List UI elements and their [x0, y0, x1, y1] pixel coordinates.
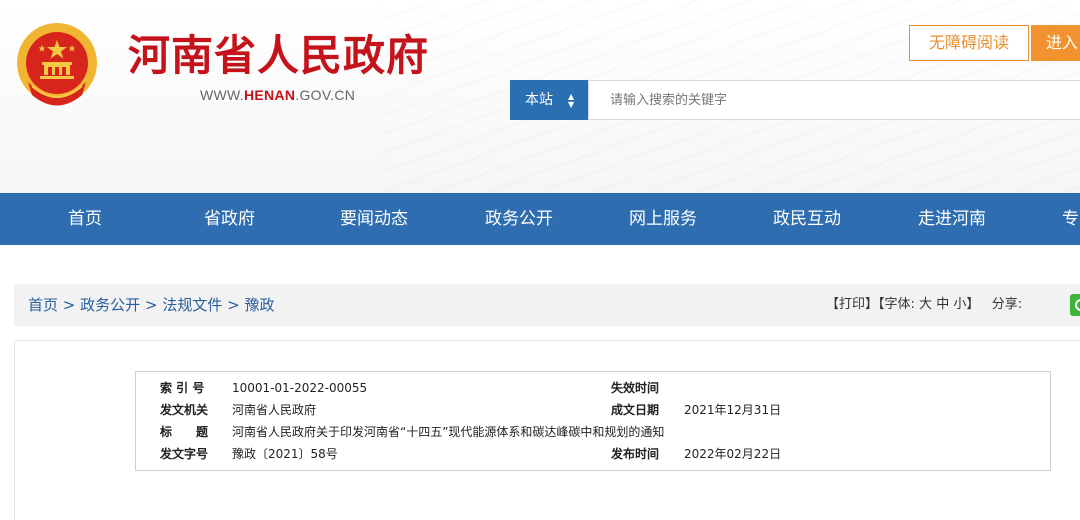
breadcrumb-separator: > — [62, 296, 76, 314]
breadcrumb-regulations[interactable]: 法规文件 — [162, 296, 222, 314]
document-number-value: 豫政〔2021〕58号 — [232, 447, 338, 461]
wechat-share-icon[interactable] — [1070, 294, 1080, 316]
accessibility-reading-button[interactable]: 无障碍阅读 — [909, 25, 1029, 61]
font-size-close: 】 — [966, 297, 980, 312]
nav-item-provincial-government[interactable]: 省政府 — [204, 194, 255, 245]
site-url: WWW.HENAN.GOV.CN — [200, 87, 355, 103]
title-label-part2: 题 — [196, 425, 209, 439]
metadata-row: 索 引 号 10001-01-2022-00055 失效时间 — [136, 377, 1050, 399]
nav-item-government-affairs[interactable]: 政务公开 — [485, 194, 553, 245]
breadcrumb-yuzheng[interactable]: 豫政 — [244, 296, 274, 314]
issuing-authority-label: 发文机关 — [160, 403, 209, 417]
metadata-row: 标 题 河南省人民政府关于印发河南省“十四五”现代能源体系和碳达峰碳中和规划的通… — [136, 421, 1050, 443]
nav-item-news[interactable]: 要闻动态 — [340, 194, 408, 245]
breadcrumb-separator: > — [144, 296, 158, 314]
breadcrumb-government-affairs[interactable]: 政务公开 — [80, 296, 140, 314]
font-size-medium-button[interactable]: 中 — [936, 297, 949, 312]
print-button[interactable]: 【打印】 — [826, 297, 878, 312]
nav-item-public-interaction[interactable]: 政民互动 — [773, 194, 841, 245]
enter-button[interactable]: 进入 — [1031, 25, 1080, 61]
nav-item-about-henan[interactable]: 走进河南 — [918, 194, 986, 245]
site-url-brand: HENAN — [243, 87, 296, 103]
breadcrumb-home[interactable]: 首页 — [28, 296, 58, 314]
published-time-value: 2022年02月22日 — [684, 447, 782, 461]
site-header: 河南省人民政府 WWW.HENAN.GOV.CN 无障碍阅读 进入 本站 ▲ ▼ — [0, 0, 1080, 193]
national-emblem-icon[interactable] — [12, 20, 102, 112]
share-label: 分享: — [991, 297, 1023, 312]
metadata-row: 发文机关 河南省人民政府 成文日期 2021年12月31日 — [136, 399, 1050, 421]
index-number-value: 10001-01-2022-00055 — [232, 381, 368, 395]
index-number-label: 索 引 号 — [160, 381, 205, 395]
sort-arrows-icon: ▲ ▼ — [568, 92, 575, 109]
main-navigation: 首页 省政府 要闻动态 政务公开 网上服务 政民互动 走进河南 专 — [0, 193, 1080, 245]
expiry-time-label: 失效时间 — [611, 381, 660, 395]
breadcrumb: 首页 > 政务公开 > 法规文件 > 豫政 — [28, 284, 274, 326]
search-input[interactable] — [588, 80, 1080, 120]
title-label-part1: 标 — [160, 425, 173, 439]
site-url-suffix: .GOV.CN — [295, 87, 356, 103]
metadata-row: 发文字号 豫政〔2021〕58号 发布时间 2022年02月22日 — [136, 443, 1050, 465]
font-size-large-button[interactable]: 大 — [919, 297, 932, 312]
font-size-label: 【字体: — [878, 297, 915, 312]
breadcrumb-bar: 首页 > 政务公开 > 法规文件 > 豫政 【打印】【字体: 大 中 小】 分享… — [14, 284, 1080, 326]
nav-item-special[interactable]: 专 — [1062, 194, 1079, 245]
issuing-authority-value: 河南省人民政府 — [232, 403, 317, 417]
page-tools: 【打印】【字体: 大 中 小】 分享: — [826, 284, 1022, 326]
font-size-small-button[interactable]: 小 — [953, 297, 966, 312]
document-title-value: 河南省人民政府关于印发河南省“十四五”现代能源体系和碳达峰碳中和规划的通知 — [232, 425, 665, 439]
published-time-label: 发布时间 — [611, 447, 660, 461]
breadcrumb-separator: > — [227, 296, 240, 314]
created-date-label: 成文日期 — [611, 403, 660, 417]
search-scope-label: 本站 — [525, 92, 553, 108]
nav-item-online-services[interactable]: 网上服务 — [629, 194, 697, 245]
site-title: 河南省人民政府 — [128, 31, 430, 80]
search-scope-select[interactable]: 本站 ▲ ▼ — [510, 80, 588, 120]
site-url-prefix: WWW. — [200, 87, 244, 103]
nav-item-home[interactable]: 首页 — [68, 194, 102, 245]
document-metadata-table: 索 引 号 10001-01-2022-00055 失效时间 发文机关 河南省人… — [135, 371, 1051, 471]
created-date-value: 2021年12月31日 — [684, 403, 782, 417]
document-number-label: 发文字号 — [160, 447, 209, 461]
